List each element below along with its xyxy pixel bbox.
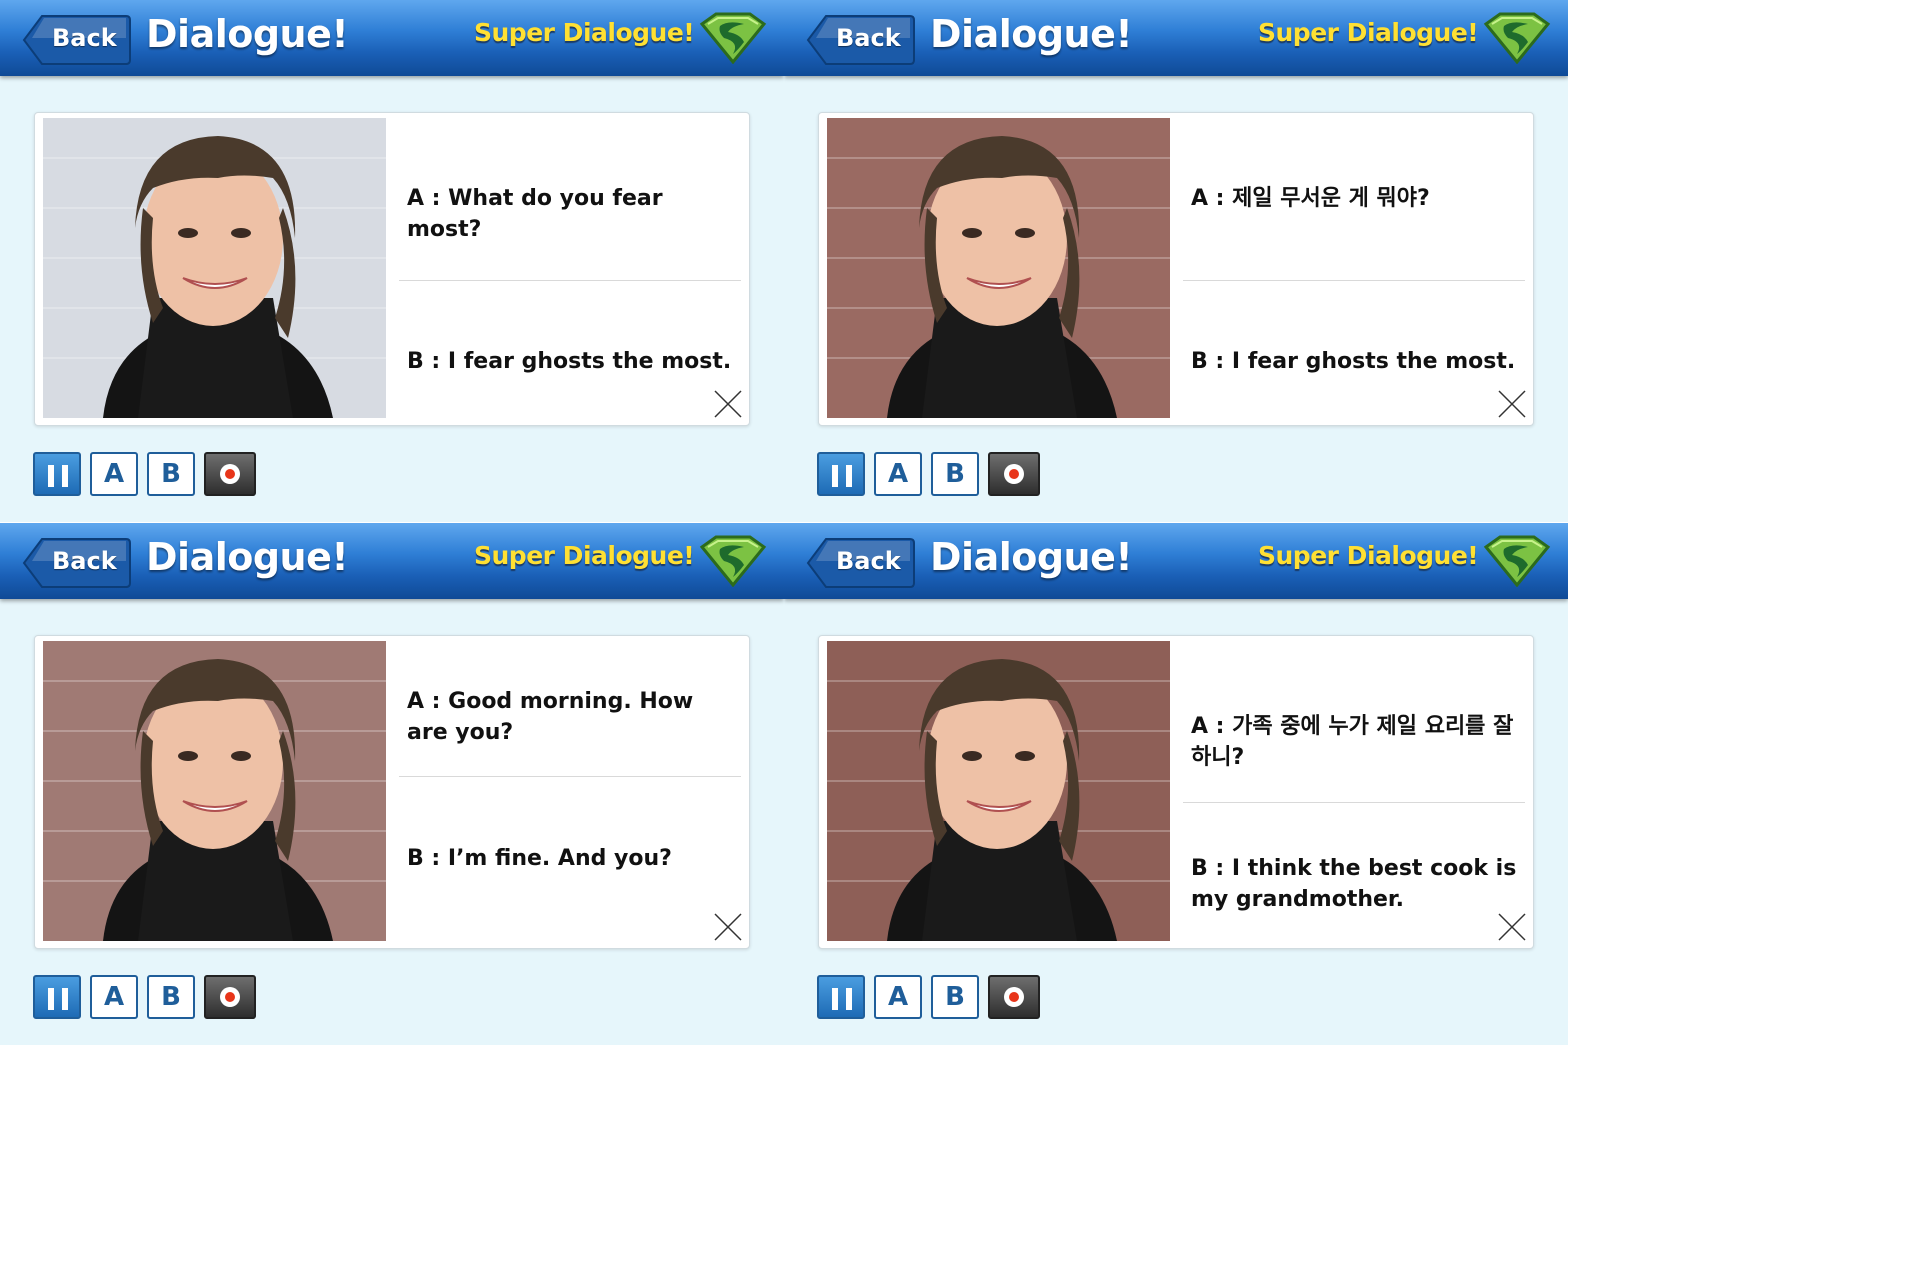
speaker-photo <box>43 641 386 941</box>
pause-icon-bar <box>846 988 852 1010</box>
pause-icon-bar <box>62 988 68 1010</box>
play-a-button[interactable]: A <box>90 975 138 1019</box>
divider <box>399 280 741 281</box>
record-button[interactable] <box>204 975 256 1019</box>
back-button[interactable]: Back <box>22 14 132 66</box>
speaker-b-line: B : I fear ghosts the most. <box>1191 349 1516 374</box>
record-icon <box>225 992 235 1002</box>
page-title: Dialogue! <box>930 12 1133 56</box>
superman-shield-icon[interactable] <box>1482 535 1552 587</box>
superman-shield-icon[interactable] <box>698 12 768 64</box>
speaker-a-line: A : Good morning. How are you? <box>407 689 694 745</box>
header-bar: Back Dialogue! Super Dialogue! <box>0 523 784 599</box>
record-icon <box>1009 469 1019 479</box>
divider <box>399 776 741 777</box>
header-bar: Back Dialogue! Super Dialogue! <box>784 0 1568 76</box>
back-label: Back <box>52 547 117 575</box>
page-title: Dialogue! <box>146 12 349 56</box>
back-label: Back <box>836 24 901 52</box>
dialogue-card: A : 가족 중에 누가 제일 요리를 잘 하니? B : I think th… <box>818 635 1534 949</box>
play-a-button[interactable]: A <box>874 452 922 496</box>
back-button[interactable]: Back <box>806 14 916 66</box>
dialogue-screen: Back Dialogue! Super Dialogue! <box>784 523 1568 1045</box>
speaker-a-line: A : What do you fear most? <box>407 186 663 242</box>
dialogue-card: A : 제일 무서운 게 뭐야? B : I fear ghosts the m… <box>818 112 1534 426</box>
play-a-label: A <box>887 459 909 489</box>
close-icon[interactable] <box>1497 912 1527 942</box>
back-label: Back <box>52 24 117 52</box>
superman-shield-icon[interactable] <box>1482 12 1552 64</box>
divider <box>1183 802 1525 803</box>
play-a-label: A <box>103 459 125 489</box>
speaker-b-line: B : I think the best cook is my grandmot… <box>1191 856 1517 912</box>
header-bar: Back Dialogue! Super Dialogue! <box>0 0 784 76</box>
page-title: Dialogue! <box>930 535 1133 579</box>
back-button[interactable]: Back <box>806 537 916 589</box>
dialogue-screen: Back Dialogue! Super Dialogue! <box>784 0 1568 522</box>
record-icon <box>225 469 235 479</box>
play-b-label: B <box>945 982 965 1012</box>
record-button[interactable] <box>204 452 256 496</box>
dialogue-card: A : What do you fear most? B : I fear gh… <box>34 112 750 426</box>
play-b-button[interactable]: B <box>931 975 979 1019</box>
pause-icon-bar <box>48 465 54 487</box>
super-dialogue-link[interactable]: Super Dialogue! <box>1258 541 1479 570</box>
speaker-a-line: A : 제일 무서운 게 뭐야? <box>1191 186 1430 211</box>
speaker-photo <box>827 641 1170 941</box>
play-b-button[interactable]: B <box>147 452 195 496</box>
record-button[interactable] <box>988 975 1040 1019</box>
pause-icon-bar <box>48 988 54 1010</box>
record-icon <box>1009 992 1019 1002</box>
speaker-b-line: B : I fear ghosts the most. <box>407 349 732 374</box>
back-label: Back <box>836 547 901 575</box>
close-icon[interactable] <box>1497 389 1527 419</box>
pause-icon-bar <box>832 465 838 487</box>
play-a-button[interactable]: A <box>90 452 138 496</box>
close-icon[interactable] <box>713 912 743 942</box>
close-icon[interactable] <box>713 389 743 419</box>
header-bar: Back Dialogue! Super Dialogue! <box>784 523 1568 599</box>
play-b-button[interactable]: B <box>147 975 195 1019</box>
pause-button[interactable] <box>33 452 81 496</box>
play-a-label: A <box>887 982 909 1012</box>
divider <box>1183 280 1525 281</box>
super-dialogue-link[interactable]: Super Dialogue! <box>474 541 695 570</box>
pause-button[interactable] <box>817 452 865 496</box>
speaker-b-line: B : I’m fine. And you? <box>407 846 672 871</box>
play-b-button[interactable]: B <box>931 452 979 496</box>
play-b-label: B <box>161 459 181 489</box>
play-a-label: A <box>103 982 125 1012</box>
speaker-photo <box>827 118 1170 418</box>
record-button[interactable] <box>988 452 1040 496</box>
dialogue-card: A : Good morning. How are you? B : I’m f… <box>34 635 750 949</box>
play-a-button[interactable]: A <box>874 975 922 1019</box>
page-title: Dialogue! <box>146 535 349 579</box>
super-dialogue-link[interactable]: Super Dialogue! <box>1258 18 1479 47</box>
play-b-label: B <box>161 982 181 1012</box>
pause-icon-bar <box>846 465 852 487</box>
dialogue-screen: Back Dialogue! Super Dialogue! <box>0 0 784 522</box>
speaker-photo <box>43 118 386 418</box>
play-b-label: B <box>945 459 965 489</box>
pause-icon-bar <box>832 988 838 1010</box>
back-button[interactable]: Back <box>22 537 132 589</box>
dialogue-screen: Back Dialogue! Super Dialogue! <box>0 523 784 1045</box>
speaker-a-line: A : 가족 중에 누가 제일 요리를 잘 하니? <box>1191 714 1514 770</box>
super-dialogue-link[interactable]: Super Dialogue! <box>474 18 695 47</box>
pause-button[interactable] <box>33 975 81 1019</box>
pause-icon-bar <box>62 465 68 487</box>
pause-button[interactable] <box>817 975 865 1019</box>
superman-shield-icon[interactable] <box>698 535 768 587</box>
